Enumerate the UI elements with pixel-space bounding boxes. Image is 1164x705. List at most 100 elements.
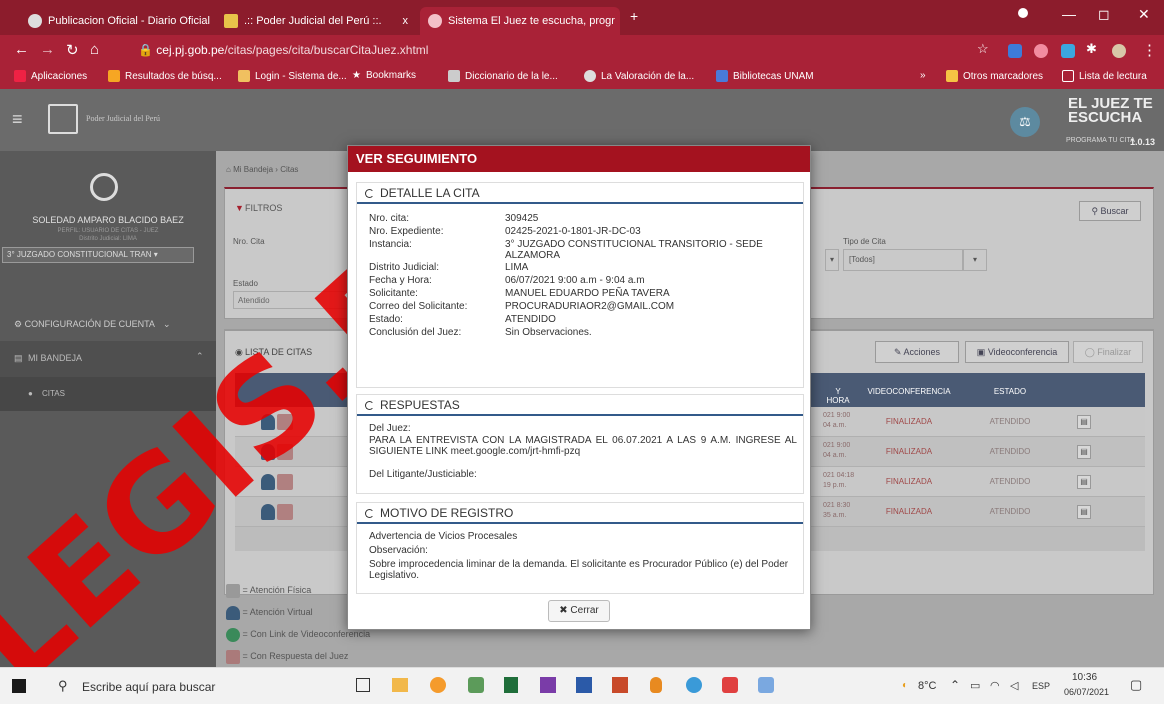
bookmark-icon: [108, 70, 120, 82]
maximize-icon[interactable]: ◻: [1098, 6, 1110, 23]
reading-list[interactable]: Lista de lectura: [1062, 70, 1147, 82]
extension-icon[interactable]: [1034, 44, 1048, 58]
extension-icon[interactable]: [1008, 44, 1022, 58]
edge-icon[interactable]: [686, 677, 702, 693]
view-detail-icon[interactable]: ▤: [1077, 415, 1091, 429]
puzzle-icon[interactable]: ✱: [1086, 41, 1097, 57]
taskbar-search-input[interactable]: Escribe aquí para buscar: [82, 680, 215, 694]
view-detail-icon[interactable]: ▤: [1077, 505, 1091, 519]
cell-fecha: 021 8:30: [823, 502, 851, 509]
bookmark-diccionario[interactable]: Diccionario de la le...: [448, 70, 558, 82]
sidebar-item-config[interactable]: ⚙ CONFIGURACIÓN DE CUENTA ⌄: [14, 319, 170, 330]
estado-select[interactable]: Atendido: [233, 291, 351, 309]
extension-icon[interactable]: [1061, 44, 1075, 58]
bookmark-unam[interactable]: Bibliotecas UNAM: [716, 70, 814, 82]
reload-icon[interactable]: ↻: [66, 41, 79, 59]
field-value: 3° JUZGADO CONSTITUCIONAL TRANSITORIO - …: [505, 239, 763, 261]
cell-videoconferencia: FINALIZADA: [885, 477, 933, 486]
windows-start-icon[interactable]: [12, 679, 26, 693]
tray-chevron-icon[interactable]: ⌃: [950, 678, 960, 692]
finalizar-button[interactable]: ◯ Finalizar: [1073, 341, 1143, 363]
search-button-label: Buscar: [1100, 206, 1129, 216]
judge-response-icon: [277, 414, 293, 430]
tab-diario-oficial[interactable]: Publicacion Oficial - Diario Oficial x: [20, 7, 210, 35]
avatar[interactable]: [1112, 44, 1126, 58]
back-icon[interactable]: ←: [14, 41, 29, 58]
field-label: Correo del Solicitante:: [369, 301, 468, 312]
cell-hora: 19 p.m.: [823, 482, 847, 489]
section-title: DETALLE LA CITA: [380, 186, 480, 200]
clock-time[interactable]: 10:36: [1072, 672, 1097, 683]
tab-poder-judicial[interactable]: .:: Poder Judicial del Perú ::. x: [216, 7, 416, 35]
tab-juez-escucha[interactable]: Sistema El Juez te escucha, progr x: [420, 7, 620, 35]
close-window-icon[interactable]: ✕: [1138, 6, 1150, 23]
search-button[interactable]: ⚲ Buscar: [1079, 201, 1141, 221]
app-icon[interactable]: [650, 677, 662, 693]
chevron-down-icon[interactable]: ▾: [825, 249, 839, 271]
volume-icon[interactable]: ◁: [1010, 679, 1018, 692]
file-explorer-icon[interactable]: [392, 678, 408, 692]
onenote-icon[interactable]: [540, 677, 556, 693]
motivo-header: MOTIVO DE REGISTRO: [357, 503, 803, 524]
cell-fecha: 021 9:00: [823, 412, 851, 419]
video-link-icon: [226, 627, 240, 642]
app-icon[interactable]: [468, 677, 484, 693]
chevron-down-icon[interactable]: ▾: [963, 249, 987, 271]
motivo-text: Advertencia de Vicios Procesales: [369, 531, 518, 542]
clock-date[interactable]: 06/07/2021: [1064, 687, 1109, 697]
sidebar-item-citas[interactable]: ● CITAS: [0, 377, 216, 411]
user-district: Distrito Judicial: LIMA: [79, 236, 137, 242]
del-juez-text: PARA LA ENTREVISTA CON LA MAGISTRADA EL …: [369, 435, 797, 457]
menu-icon[interactable]: ⋮: [1142, 41, 1157, 59]
app-icon[interactable]: [722, 677, 738, 693]
new-tab-button[interactable]: +: [630, 8, 638, 24]
nro-cita-label: Nro. Cita: [233, 237, 265, 246]
user-name: SOLEDAD AMPARO BLACIDO BAEZ: [32, 215, 184, 225]
task-view-icon[interactable]: [356, 678, 370, 692]
bookmark-label: Diccionario de la le...: [465, 70, 558, 82]
powerpoint-icon[interactable]: [612, 677, 628, 693]
bookmark-bookmarks[interactable]: ★ Bookmarks: [352, 70, 416, 81]
view-detail-icon[interactable]: ▤: [1077, 475, 1091, 489]
close-tab-icon[interactable]: x: [615, 15, 620, 27]
app-icon[interactable]: [758, 677, 774, 693]
tipo-cita-select[interactable]: [Todos]: [843, 249, 963, 271]
notifications-icon[interactable]: ▢: [1130, 677, 1142, 693]
chrome-icon[interactable]: [430, 677, 446, 693]
sidebar-item-bandeja[interactable]: ▤ MI BANDEJA ⌃: [0, 341, 216, 377]
language-indicator[interactable]: ESP: [1032, 681, 1050, 691]
close-button[interactable]: ✖ Cerrar: [548, 600, 610, 622]
search-icon: ⚲: [1091, 206, 1101, 216]
bookmark-valoracion[interactable]: La Valoración de la...: [584, 70, 694, 82]
bookmark-apps[interactable]: Aplicaciones: [14, 70, 87, 82]
pj-favicon-icon: [224, 14, 238, 28]
word-icon[interactable]: [576, 677, 592, 693]
field-value: 309425: [505, 213, 539, 224]
calculator-icon[interactable]: [504, 677, 518, 693]
tab-label: Sistema El Juez te escucha, progr: [448, 15, 615, 27]
bookmark-login[interactable]: Login - Sistema de...: [238, 70, 347, 82]
acciones-button[interactable]: ✎ Acciones: [875, 341, 959, 363]
bookmark-resultados[interactable]: Resultados de búsq...: [108, 70, 222, 82]
star-icon[interactable]: ☆: [977, 41, 989, 57]
more-bookmarks-button[interactable]: »: [920, 70, 926, 81]
minimize-icon[interactable]: —: [1062, 6, 1076, 22]
forward-icon[interactable]: →: [40, 41, 55, 58]
network-icon[interactable]: ▭: [970, 679, 980, 692]
hamburger-menu-icon[interactable]: ≡: [12, 109, 23, 130]
virtual-attention-icon: [261, 444, 275, 460]
wifi-icon[interactable]: ◠: [990, 679, 1000, 692]
url-path: /citas/pages/cita/buscarCitaJuez.xhtml: [224, 43, 429, 57]
cell-hora: 04 a.m.: [823, 452, 847, 459]
url-input[interactable]: 🔒 cej.pj.gob.pe/citas/pages/cita/buscarC…: [138, 39, 828, 61]
profile-icon[interactable]: [1018, 8, 1028, 18]
videoconferencia-button[interactable]: ▣ Videoconferencia: [965, 341, 1069, 363]
court-select[interactable]: 3° JUZGADO CONSTITUCIONAL TRAN ▾: [2, 247, 194, 263]
weather-icon: ◐: [902, 680, 909, 691]
star-icon: ★: [352, 70, 361, 81]
other-bookmarks[interactable]: Otros marcadores: [946, 70, 1043, 82]
close-tab-icon[interactable]: x: [397, 15, 409, 27]
user-profile: PERFIL: USUARIO DE CITAS - JUEZ: [57, 228, 159, 234]
home-icon[interactable]: ⌂: [90, 41, 99, 58]
view-detail-icon[interactable]: ▤: [1077, 445, 1091, 459]
